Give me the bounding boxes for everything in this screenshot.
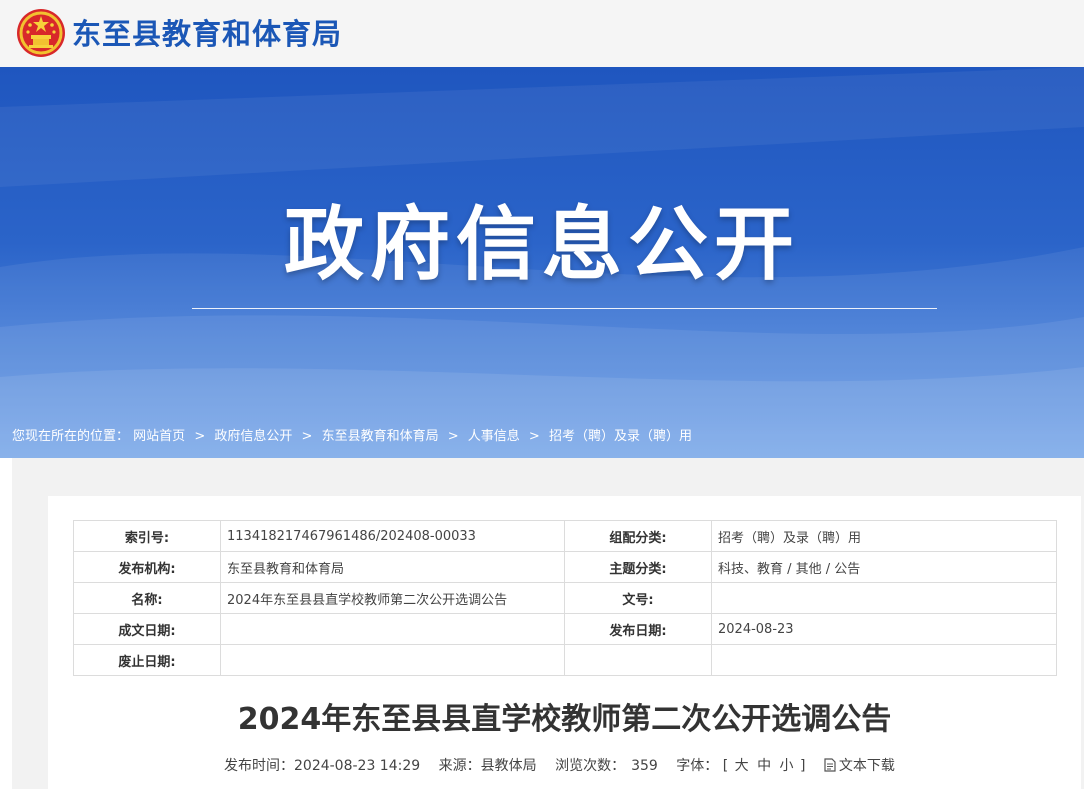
table-row: 索引号: 113418217467961486/202408-00033 组配分… xyxy=(73,520,1057,552)
index-number-label: 索引号: xyxy=(73,520,221,552)
metadata-table: 索引号: 113418217467961486/202408-00033 组配分… xyxy=(73,520,1057,676)
name-label: 名称: xyxy=(73,582,221,614)
expiry-date-label: 废止日期: xyxy=(73,644,221,676)
breadcrumb-separator: > xyxy=(447,429,459,444)
empty-label xyxy=(564,644,712,676)
font-size-control: 字体： [ 大 中 小 ] xyxy=(676,757,805,775)
font-size-label: 字体： xyxy=(676,758,719,774)
publish-time-value: 2024-08-23 14:29 xyxy=(294,758,421,774)
font-size-bracket-open: [ xyxy=(722,758,729,774)
written-date-label: 成文日期: xyxy=(73,613,221,645)
breadcrumb-separator: > xyxy=(528,429,540,444)
font-size-large-button[interactable]: 大 xyxy=(735,758,749,774)
written-date-value xyxy=(220,613,565,645)
banner: 政府信息公开 您现在所在的位置： 网站首页 > 政府信息公开 > 东至县教育和体… xyxy=(0,67,1084,458)
breadcrumb-personnel[interactable]: 人事信息 xyxy=(468,429,520,444)
site-name[interactable]: 东至县教育和体育局 xyxy=(72,14,342,54)
topic-value: 科技、教育 / 其他 / 公告 xyxy=(711,551,1057,583)
expiry-date-value xyxy=(220,644,565,676)
publish-time-label: 发布时间： xyxy=(224,758,294,774)
publisher-value: 东至县教育和体育局 xyxy=(220,551,565,583)
site-header: 东至县教育和体育局 xyxy=(0,0,1084,67)
breadcrumb-gov-info[interactable]: 政府信息公开 xyxy=(214,429,292,444)
document-number-value xyxy=(711,582,1057,614)
document-icon xyxy=(824,758,836,772)
download-label: 文本下载 xyxy=(838,758,895,774)
views-value: 359 xyxy=(631,758,658,774)
source-label: 来源： xyxy=(438,758,481,774)
banner-title: 政府信息公开 xyxy=(284,198,800,291)
national-emblem-icon[interactable] xyxy=(16,8,66,58)
publisher-label: 发布机构: xyxy=(73,551,221,583)
banner-divider xyxy=(192,308,937,309)
breadcrumb-recruitment[interactable]: 招考（聘）及录（聘）用 xyxy=(549,429,692,444)
font-size-small-button[interactable]: 小 xyxy=(780,758,794,774)
table-row: 名称: 2024年东至县县直学校教师第二次公开选调公告 文号: xyxy=(73,582,1057,614)
empty-value xyxy=(711,644,1057,676)
breadcrumb-prefix: 您现在所在的位置： xyxy=(12,429,130,444)
article-info-bar: 发布时间：2024-08-23 14:29 来源：县教体局 浏览次数： 359 字… xyxy=(224,757,895,775)
category-label: 组配分类: xyxy=(564,520,712,552)
breadcrumb-separator: > xyxy=(194,429,206,444)
table-row: 发布机构: 东至县教育和体育局 主题分类: 科技、教育 / 其他 / 公告 xyxy=(73,551,1057,583)
breadcrumb-separator: > xyxy=(301,429,313,444)
text-download-button[interactable]: 文本下载 xyxy=(824,757,895,775)
breadcrumb-home[interactable]: 网站首页 xyxy=(133,429,185,444)
views-label: 浏览次数： xyxy=(555,758,626,774)
index-number-value: 113418217467961486/202408-00033 xyxy=(220,520,565,552)
topic-label: 主题分类: xyxy=(564,551,712,583)
breadcrumb: 您现在所在的位置： 网站首页 > 政府信息公开 > 东至县教育和体育局 > 人事… xyxy=(12,429,692,445)
font-size-bracket-close: ] xyxy=(800,758,806,774)
source-value: 县教体局 xyxy=(480,758,537,774)
table-row: 成文日期: 发布日期: 2024-08-23 xyxy=(73,613,1057,645)
font-size-medium-button[interactable]: 中 xyxy=(757,758,771,774)
breadcrumb-bureau[interactable]: 东至县教育和体育局 xyxy=(322,429,439,444)
document-number-label: 文号: xyxy=(564,582,712,614)
publish-date-value: 2024-08-23 xyxy=(711,613,1057,645)
publish-date-label: 发布日期: xyxy=(564,613,712,645)
name-value: 2024年东至县县直学校教师第二次公开选调公告 xyxy=(220,582,565,614)
category-value: 招考（聘）及录（聘）用 xyxy=(711,520,1057,552)
table-row: 废止日期: xyxy=(73,644,1057,676)
article-title: 2024年东至县县直学校教师第二次公开选调公告 xyxy=(237,702,892,737)
